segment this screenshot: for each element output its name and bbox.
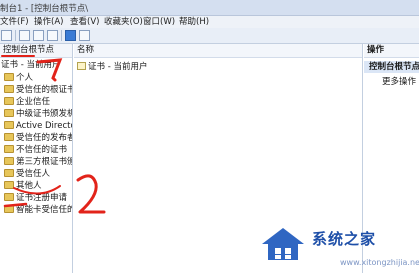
folder-icon xyxy=(4,157,14,165)
menu-action[interactable]: 操作(A) xyxy=(34,16,63,28)
folder-icon xyxy=(4,109,14,117)
export-list-icon[interactable] xyxy=(47,30,58,41)
tree-item-label: 智能卡受信任的 xyxy=(16,205,73,215)
tree-item-untrusted[interactable]: 不信任的证书 xyxy=(4,145,67,156)
toolbar-separator xyxy=(15,30,16,41)
tree-item-trusted-root[interactable]: 受信任的根证书 xyxy=(4,85,73,96)
tree-item-label: 中级证书颁发机 xyxy=(16,109,73,119)
tree-header: 控制台根节点 xyxy=(0,44,72,58)
column-header-name[interactable]: 名称 xyxy=(74,44,362,58)
list-item-label: 证书 - 当前用户 xyxy=(88,62,148,72)
actions-header: 操作 xyxy=(364,44,419,58)
folder-icon xyxy=(4,205,14,213)
tree-item-active-directory[interactable]: Active Director xyxy=(4,121,73,132)
tree-item-intermediate-ca[interactable]: 中级证书颁发机 xyxy=(4,109,73,120)
toolbar-separator xyxy=(61,30,62,41)
tree-root-certificates[interactable]: 证书 - 当前用户 xyxy=(1,60,60,71)
toolbar xyxy=(0,28,419,44)
folder-icon xyxy=(4,193,14,201)
folder-icon xyxy=(4,169,14,177)
certificate-icon xyxy=(77,62,86,70)
tree-item-enrollment-requests[interactable]: 证书注册申请 xyxy=(4,193,67,204)
tree-item-trusted-publishers[interactable]: 受信任的发布者 xyxy=(4,133,73,144)
list-item[interactable]: 证书 - 当前用户 xyxy=(77,61,147,73)
forward-icon[interactable] xyxy=(1,30,12,41)
folder-icon xyxy=(4,133,14,141)
menu-file[interactable]: 文件(F) xyxy=(0,16,29,28)
tree-item-label: 证书注册申请 xyxy=(16,193,68,203)
tree-item-label: 其他人 xyxy=(16,181,42,191)
tree-item-label: 第三方根证书颁 xyxy=(16,157,73,167)
tree-item-label: 受信任人 xyxy=(16,169,51,179)
tree-item-label: 企业信任 xyxy=(16,97,51,107)
tree-item-third-party-root[interactable]: 第三方根证书颁 xyxy=(4,157,73,168)
show-hide-tree-icon[interactable] xyxy=(19,30,30,41)
tree-item-label: 不信任的证书 xyxy=(16,145,68,155)
tree-item-label: Active Director xyxy=(16,121,73,131)
watermark-brand: 系统之家 xyxy=(312,230,377,248)
folder-icon xyxy=(4,97,14,105)
window-title: 制台1 - [控制台根节点\ xyxy=(0,4,89,14)
menu-bar: 文件(F) 操作(A) 查看(V) 收藏夹(O) 窗口(W) 帮助(H) xyxy=(0,16,419,28)
actions-section-title[interactable]: 控制台根节点 xyxy=(364,61,419,73)
folder-icon xyxy=(4,145,14,153)
watermark-url: www.xitongzhijia.net xyxy=(340,258,419,267)
tree-item-personal[interactable]: 个人 xyxy=(4,73,33,84)
tree-item-label: 个人 xyxy=(16,73,34,83)
tree-item-label: 受信任的根证书 xyxy=(16,85,73,95)
menu-window[interactable]: 窗口(W) xyxy=(143,16,175,28)
tree-item-other-people[interactable]: 其他人 xyxy=(4,181,42,192)
folder-icon xyxy=(4,85,14,93)
properties-icon[interactable] xyxy=(33,30,44,41)
folder-icon xyxy=(4,73,14,81)
show-action-pane-icon[interactable] xyxy=(79,30,90,41)
tree-item-enterprise-trust[interactable]: 企业信任 xyxy=(4,97,50,108)
menu-favorites[interactable]: 收藏夹(O) xyxy=(104,16,143,28)
folder-icon xyxy=(4,121,14,129)
tree-item-label: 受信任的发布者 xyxy=(16,133,73,143)
help-icon[interactable] xyxy=(65,30,76,41)
tree-pane: 控制台根节点 证书 - 当前用户 个人 受信任的根证书 企业信任 中级证书颁发机… xyxy=(0,44,73,273)
tree-root-label: 证书 - 当前用户 xyxy=(1,60,61,70)
folder-icon xyxy=(4,181,14,189)
title-bar: 制台1 - [控制台根节点\ xyxy=(0,0,419,16)
menu-view[interactable]: 查看(V) xyxy=(70,16,99,28)
menu-help[interactable]: 帮助(H) xyxy=(179,16,209,28)
tree-item-trusted-people[interactable]: 受信任人 xyxy=(4,169,50,180)
more-actions-link[interactable]: 更多操作 xyxy=(382,76,416,88)
tree-item-smart-card-trusted[interactable]: 智能卡受信任的 xyxy=(4,205,73,216)
